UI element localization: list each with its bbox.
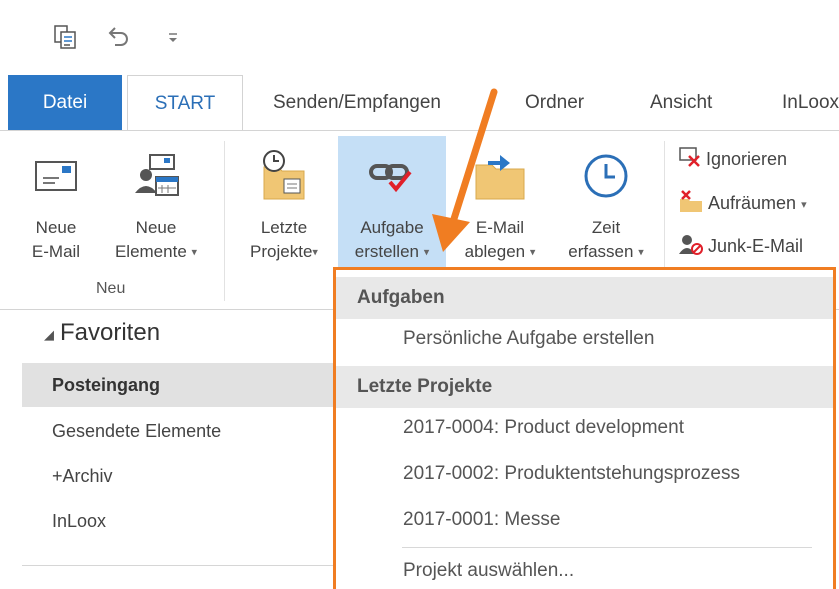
new-email-icon bbox=[20, 136, 92, 216]
create-task-dropdown: Aufgaben Persönliche Aufgabe erstellen L… bbox=[333, 267, 836, 589]
junk-email-icon bbox=[678, 232, 704, 261]
collapse-triangle-icon: ◢ bbox=[44, 327, 54, 342]
favorites-header[interactable]: ◢ Favoriten bbox=[44, 319, 161, 347]
menu-divider bbox=[402, 547, 812, 548]
track-time-button[interactable]: Zeit erfassen ▾ bbox=[556, 136, 656, 278]
track-time-label-line1: Zeit bbox=[591, 218, 621, 237]
ignore-icon bbox=[678, 146, 702, 173]
chevron-down-icon: ▾ bbox=[638, 246, 644, 259]
menu-item-project[interactable]: 2017-0004: Product development bbox=[403, 417, 684, 439]
chevron-down-icon: ▾ bbox=[529, 246, 536, 259]
group-divider bbox=[224, 141, 225, 301]
chevron-down-icon: ▾ bbox=[191, 246, 198, 259]
new-items-icon bbox=[100, 136, 212, 216]
track-time-label-line2: erfassen ▾ bbox=[568, 242, 644, 261]
file-email-label-line2: ablegen ▾ bbox=[464, 242, 536, 261]
clock-icon bbox=[556, 136, 656, 216]
new-items-label-line1: Neue bbox=[135, 218, 177, 237]
group-label-neu: Neu bbox=[96, 280, 126, 297]
folder-gesendete-elemente[interactable]: Gesendete Elemente bbox=[22, 409, 340, 453]
tab-ordner[interactable]: Ordner bbox=[525, 75, 584, 130]
cleanup-label: Aufräumen ▾ bbox=[708, 193, 807, 213]
recent-projects-label-line1: Letzte bbox=[260, 218, 308, 237]
undo-icon[interactable] bbox=[103, 22, 133, 52]
cleanup-button[interactable]: Aufräumen ▾ bbox=[678, 189, 807, 218]
menu-item-project[interactable]: 2017-0002: Produktentstehungsprozess bbox=[403, 463, 740, 485]
tab-inloox[interactable]: InLoox bbox=[782, 75, 839, 130]
favorites-label: Favoriten bbox=[60, 319, 161, 346]
chevron-down-icon: ▾ bbox=[312, 246, 318, 259]
new-email-button[interactable]: Neue E-Mail bbox=[20, 136, 92, 278]
cleanup-icon bbox=[678, 189, 704, 218]
junk-email-button[interactable]: Junk-E-Mail bbox=[678, 232, 803, 261]
chevron-down-icon: ▾ bbox=[423, 246, 430, 259]
menu-item-project[interactable]: 2017-0001: Messe bbox=[403, 509, 560, 531]
folder-inloox[interactable]: InLoox bbox=[22, 499, 340, 543]
create-task-button[interactable]: Aufgabe erstellen ▾ bbox=[338, 136, 446, 278]
folder-posteingang[interactable]: Posteingang bbox=[22, 363, 340, 407]
tab-datei[interactable]: Datei bbox=[8, 75, 122, 130]
chevron-down-icon: ▾ bbox=[801, 198, 807, 211]
ribbon-tab-bar: Datei START Senden/Empfangen Ordner Ansi… bbox=[0, 75, 839, 131]
folder-pane: ◢ Favoriten Posteingang Gesendete Elemen… bbox=[0, 311, 340, 589]
tab-ansicht[interactable]: Ansicht bbox=[650, 75, 712, 130]
ignore-label: Ignorieren bbox=[706, 149, 788, 169]
new-email-label-line1: Neue bbox=[35, 218, 77, 237]
new-items-button[interactable]: Neue Elemente ▾ bbox=[100, 136, 212, 278]
dropdown-header-letzte-projekte: Letzte Projekte bbox=[336, 366, 833, 408]
recent-projects-icon bbox=[232, 136, 336, 216]
divider bbox=[22, 565, 340, 566]
quick-access-toolbar bbox=[0, 0, 839, 75]
file-email-button[interactable]: E-Mail ablegen ▾ bbox=[450, 136, 550, 278]
new-email-label-line2: E-Mail bbox=[31, 242, 81, 261]
create-task-label-line2: erstellen ▾ bbox=[354, 242, 430, 261]
new-items-label-line2: Elemente ▾ bbox=[114, 242, 198, 261]
send-receive-icon[interactable] bbox=[50, 22, 80, 52]
menu-item-personal-task[interactable]: Persönliche Aufgabe erstellen bbox=[403, 328, 654, 350]
menu-item-select-project[interactable]: Projekt auswählen... bbox=[403, 560, 574, 582]
dropdown-header-aufgaben: Aufgaben bbox=[336, 277, 833, 319]
junk-email-label: Junk-E-Mail bbox=[708, 236, 804, 256]
folder-archiv[interactable]: +Archiv bbox=[22, 454, 340, 498]
tab-senden-empfangen[interactable]: Senden/Empfangen bbox=[273, 75, 441, 130]
create-task-label-line1: Aufgabe bbox=[360, 218, 424, 237]
customize-toolbar-icon[interactable] bbox=[158, 22, 188, 52]
recent-projects-label-line2: Projekte▾ bbox=[250, 242, 318, 261]
tab-start[interactable]: START bbox=[127, 75, 243, 131]
create-task-icon bbox=[338, 136, 446, 216]
file-email-label-line1: E-Mail bbox=[475, 218, 525, 237]
file-email-icon bbox=[450, 136, 550, 216]
ignore-button[interactable]: Ignorieren bbox=[678, 146, 787, 173]
recent-projects-button[interactable]: Letzte Projekte▾ bbox=[232, 136, 336, 278]
